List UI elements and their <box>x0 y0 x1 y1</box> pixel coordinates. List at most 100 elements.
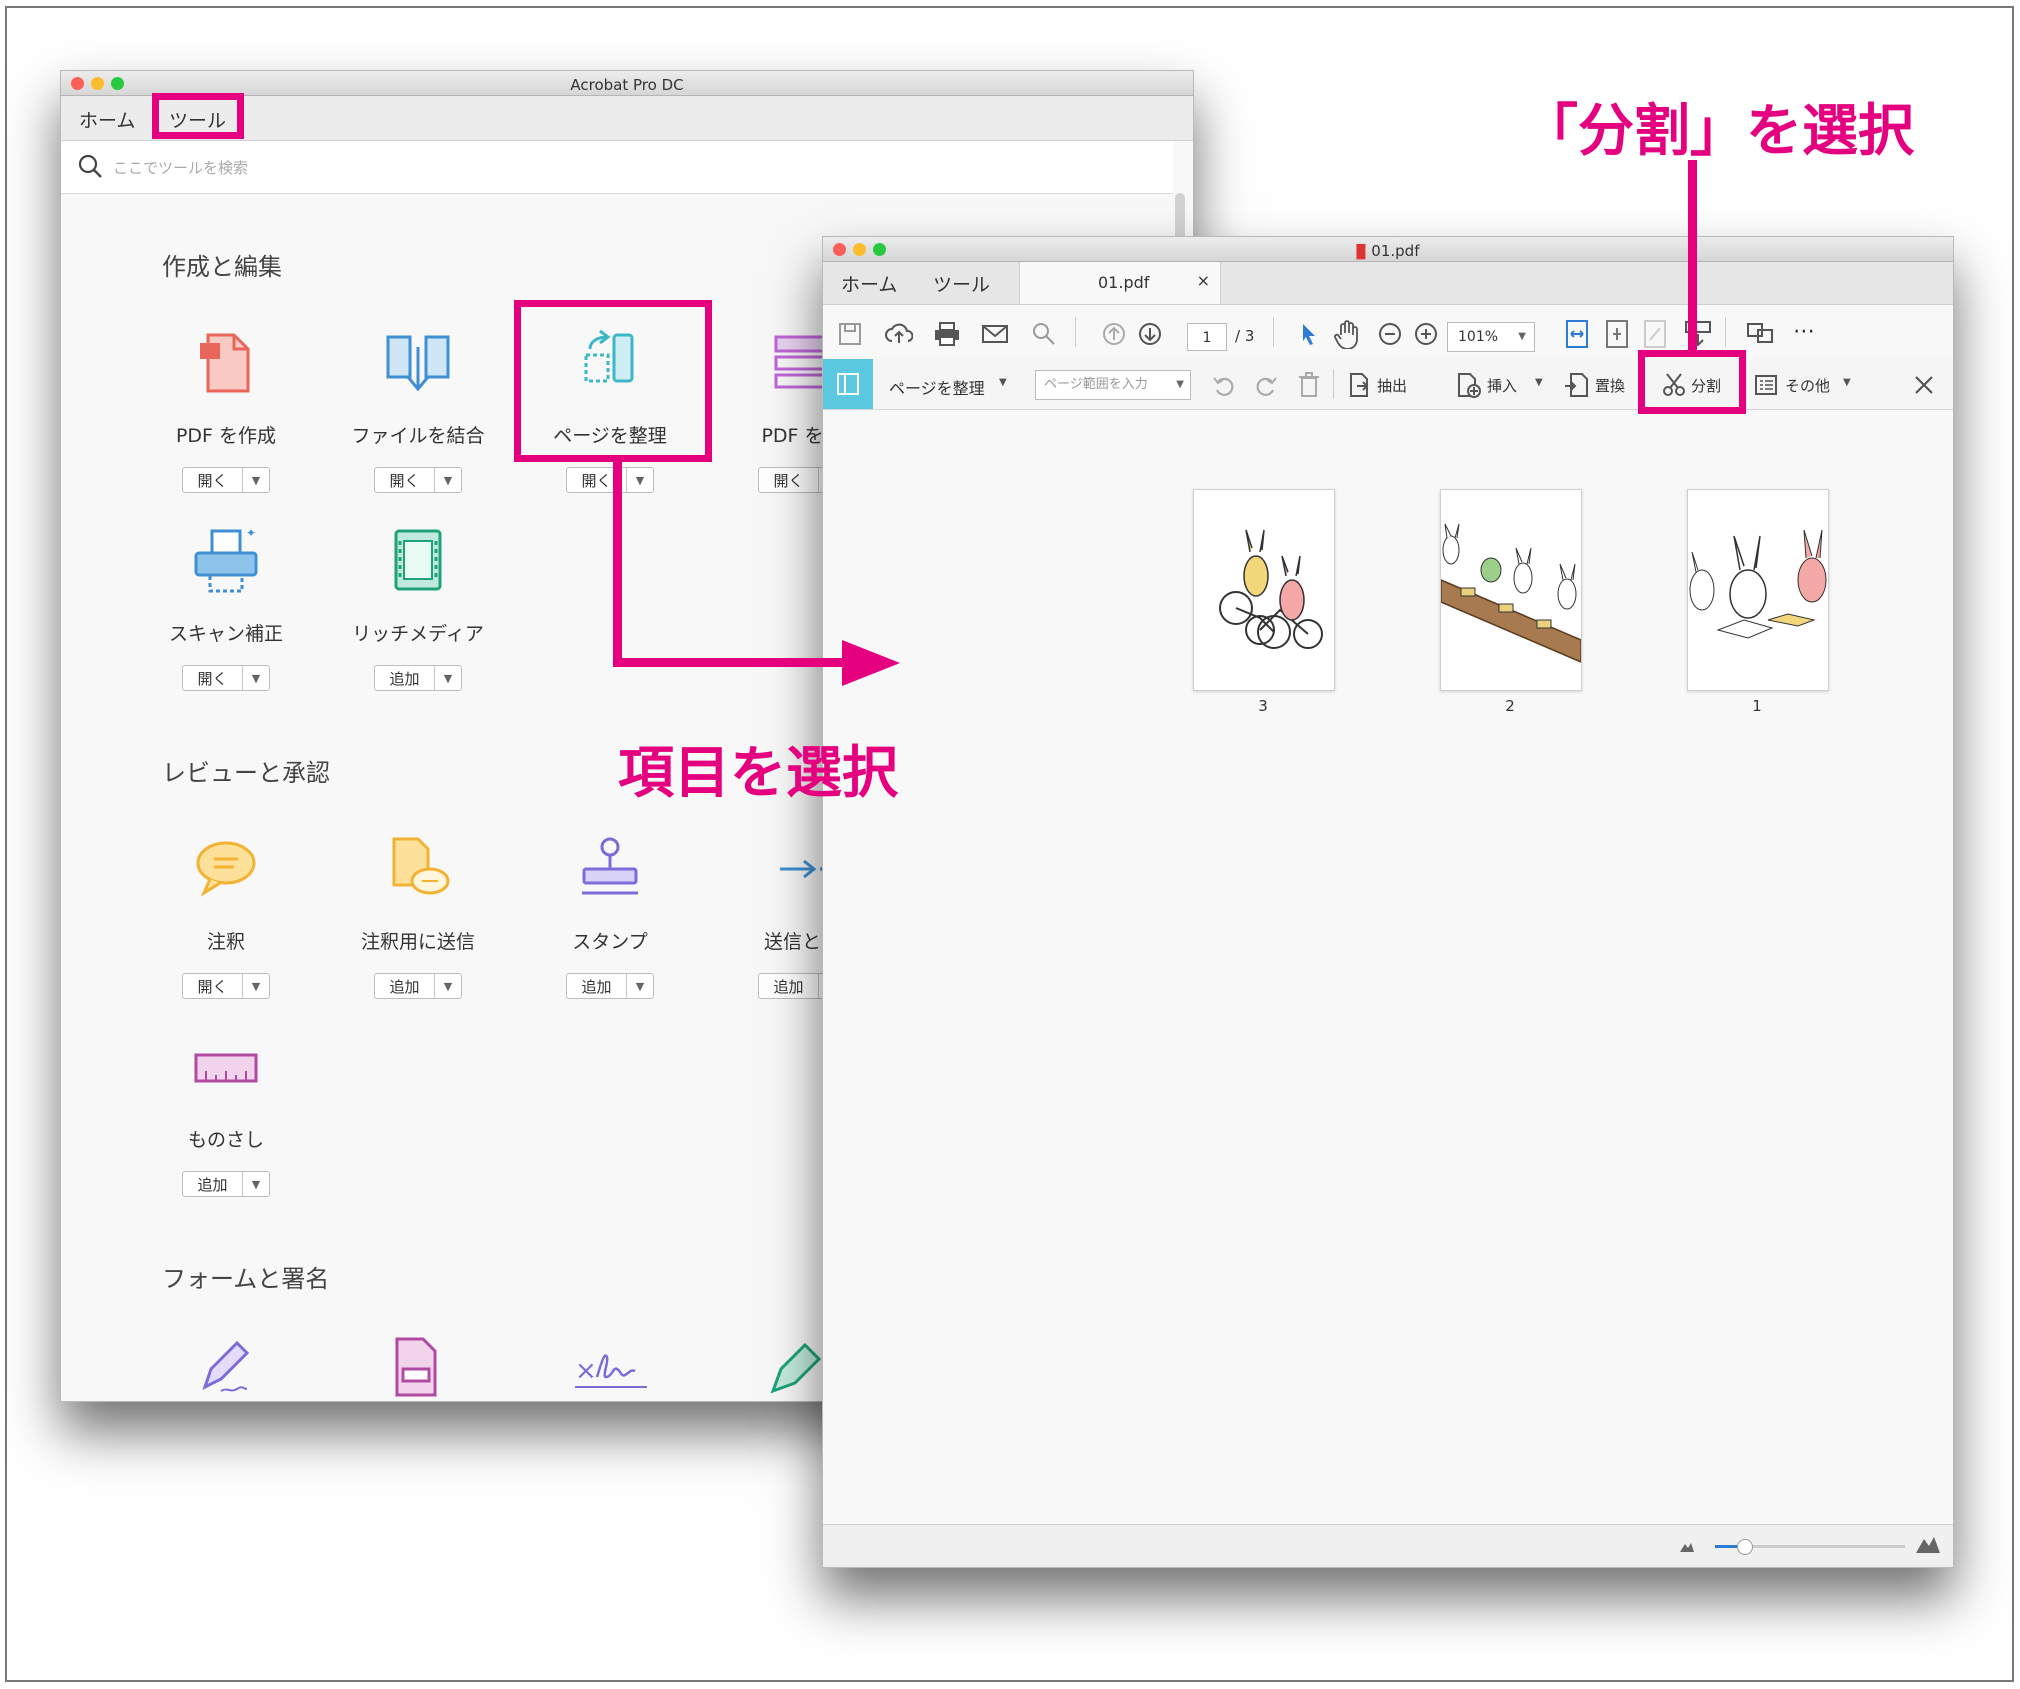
add-button[interactable]: 追加 ▼ <box>182 1171 270 1197</box>
open-button[interactable]: 開く▼ <box>566 467 654 493</box>
share-icon[interactable] <box>1745 319 1775 349</box>
page-total: / 3 <box>1235 327 1255 345</box>
page-thumbnail[interactable] <box>1687 489 1829 691</box>
upload-cloud-icon[interactable] <box>885 321 913 347</box>
annotation-select-split: 「分割」を選択 <box>1522 99 1914 164</box>
tool-send-for-comments[interactable]: 注釈用に送信 追加 ▼ <box>328 829 508 1009</box>
page-thumbnail[interactable] <box>1440 489 1582 691</box>
tool-label: 注釈 <box>206 931 245 953</box>
page-thumbnail[interactable] <box>1193 489 1335 691</box>
add-button[interactable]: 追加 ▼ <box>374 665 462 691</box>
certificates-icon[interactable] <box>763 1333 829 1399</box>
close-tab-button[interactable]: × <box>1197 271 1210 290</box>
rotate-right-icon[interactable] <box>1253 372 1279 398</box>
small-thumbnail-size-icon[interactable] <box>1679 1539 1695 1553</box>
print-icon[interactable] <box>933 321 961 347</box>
more-tools-icon[interactable] <box>1753 372 1779 398</box>
slider-handle[interactable] <box>1737 1539 1753 1555</box>
zoom-level-select[interactable]: 101% ▼ <box>1447 322 1535 352</box>
chevron-down-icon[interactable]: ▼ <box>999 377 1007 388</box>
tab-strip: ホーム ツール 01.pdf × <box>823 262 1953 305</box>
large-thumbnail-size-icon[interactable] <box>1915 1533 1941 1555</box>
replace-button[interactable]: 置換 <box>1595 375 1625 396</box>
more-tools-button[interactable]: その他 <box>1785 375 1830 396</box>
tab-home[interactable]: ホーム <box>835 268 903 299</box>
chevron-down-icon[interactable]: ▼ <box>242 1172 269 1196</box>
delete-icon[interactable] <box>1297 371 1321 399</box>
document-tab-label: 01.pdf <box>1098 273 1150 292</box>
toolbar-divider <box>1075 317 1076 347</box>
tool-comment[interactable]: 注釈 開く ▼ <box>136 829 316 1009</box>
section-title-review: レビューと承認 <box>162 759 330 787</box>
open-button[interactable]: 開く▼ <box>182 467 270 493</box>
organize-mode-label[interactable]: ページを整理 <box>889 375 985 399</box>
select-arrow-icon[interactable] <box>1295 321 1321 347</box>
page-number-input[interactable]: 1 <box>1187 323 1227 351</box>
email-icon[interactable] <box>981 321 1009 347</box>
more-options-icon[interactable]: ⋯ <box>1793 319 1815 344</box>
arrow-head-icon <box>842 640 900 686</box>
tool-combine-files[interactable]: ファイルを結合 開く ▼ <box>328 323 508 503</box>
add-button[interactable]: 追加 ▼ <box>374 973 462 999</box>
replace-icon[interactable] <box>1563 372 1589 398</box>
previous-page-icon[interactable] <box>1101 321 1127 347</box>
extract-button[interactable]: 抽出 <box>1377 375 1407 396</box>
chevron-down-icon[interactable]: ▼ <box>434 468 461 492</box>
search-icon[interactable] <box>1031 321 1057 347</box>
search-input[interactable]: ここでツールを検索 <box>113 157 248 178</box>
organize-pages-panel-toggle[interactable] <box>823 359 873 409</box>
add-button[interactable]: 追加 ▼ <box>566 973 654 999</box>
arrow-line-vertical <box>613 462 622 666</box>
annotation-select-item: 項目を選択 <box>618 741 898 806</box>
animals-at-table-illustration <box>1440 523 1582 664</box>
chevron-down-icon[interactable]: ▼ <box>242 468 269 492</box>
chevron-down-icon[interactable]: ▼ <box>626 468 653 492</box>
full-screen-icon[interactable] <box>1641 319 1669 349</box>
svg-text:×: × <box>575 1356 597 1386</box>
tool-scan[interactable]: ✦ スキャン補正 開く ▼ <box>136 521 316 701</box>
prepare-form-icon[interactable] <box>383 1333 449 1399</box>
next-page-icon[interactable] <box>1137 321 1163 347</box>
save-icon[interactable] <box>837 321 863 347</box>
chevron-down-icon[interactable]: ▼ <box>242 974 269 998</box>
tool-search-bar[interactable]: ここでツールを検索 <box>61 141 1173 194</box>
tool-rich-media[interactable]: リッチメディア 追加 ▼ <box>328 521 508 701</box>
page-number-label: 3 <box>1258 697 1268 715</box>
insert-button[interactable]: 挿入 <box>1487 375 1517 396</box>
tool-create-pdf[interactable]: PDF を作成 開く ▼ <box>136 323 316 503</box>
section-title-create-edit: 作成と編集 <box>162 253 282 281</box>
tool-measure[interactable]: ものさし 追加 ▼ <box>136 1027 316 1207</box>
chevron-down-icon[interactable]: ▼ <box>434 666 461 690</box>
tab-home[interactable]: ホーム <box>73 104 141 135</box>
signature-icon[interactable]: × <box>571 1333 651 1399</box>
fit-page-icon[interactable] <box>1603 319 1631 349</box>
tab-tools[interactable]: ツール <box>927 268 996 299</box>
chevron-down-icon[interactable]: ▼ <box>626 974 653 998</box>
open-button[interactable]: 開く▼ <box>182 973 270 999</box>
pdf-document-window: ▉ 01.pdf ホーム ツール 01.pdf × 1 / 3 101% ▼ ⋯ <box>822 236 1954 1568</box>
tool-label: 注釈用に送信 <box>360 931 475 953</box>
zoom-in-icon[interactable] <box>1413 321 1439 347</box>
open-button[interactable]: 開く▼ <box>182 665 270 691</box>
close-icon[interactable] <box>1911 372 1937 398</box>
page-range-input[interactable]: ページ範囲を入力 ▼ <box>1035 370 1191 400</box>
insert-icon[interactable] <box>1455 372 1481 398</box>
page-range-placeholder: ページ範囲を入力 <box>1044 377 1148 392</box>
thumbnail-size-slider[interactable] <box>1715 1539 1905 1555</box>
document-tab[interactable]: 01.pdf × <box>1019 262 1221 304</box>
chevron-down-icon[interactable]: ▼ <box>1843 377 1851 388</box>
extract-icon[interactable] <box>1347 372 1371 398</box>
rich-media-icon <box>394 529 442 591</box>
rotate-left-icon[interactable] <box>1211 372 1237 398</box>
fit-width-icon[interactable] <box>1563 319 1591 349</box>
tool-stamp[interactable]: スタンプ 追加 ▼ <box>520 829 700 1009</box>
window-title-text: 01.pdf <box>1371 242 1420 260</box>
zoom-level-value: 101% <box>1458 329 1499 345</box>
chevron-down-icon[interactable]: ▼ <box>242 666 269 690</box>
fill-sign-icon[interactable] <box>191 1333 257 1399</box>
hand-tool-icon[interactable] <box>1333 319 1361 349</box>
chevron-down-icon[interactable]: ▼ <box>434 974 461 998</box>
zoom-out-icon[interactable] <box>1377 321 1403 347</box>
open-button[interactable]: 開く▼ <box>374 467 462 493</box>
chevron-down-icon[interactable]: ▼ <box>1535 377 1543 388</box>
